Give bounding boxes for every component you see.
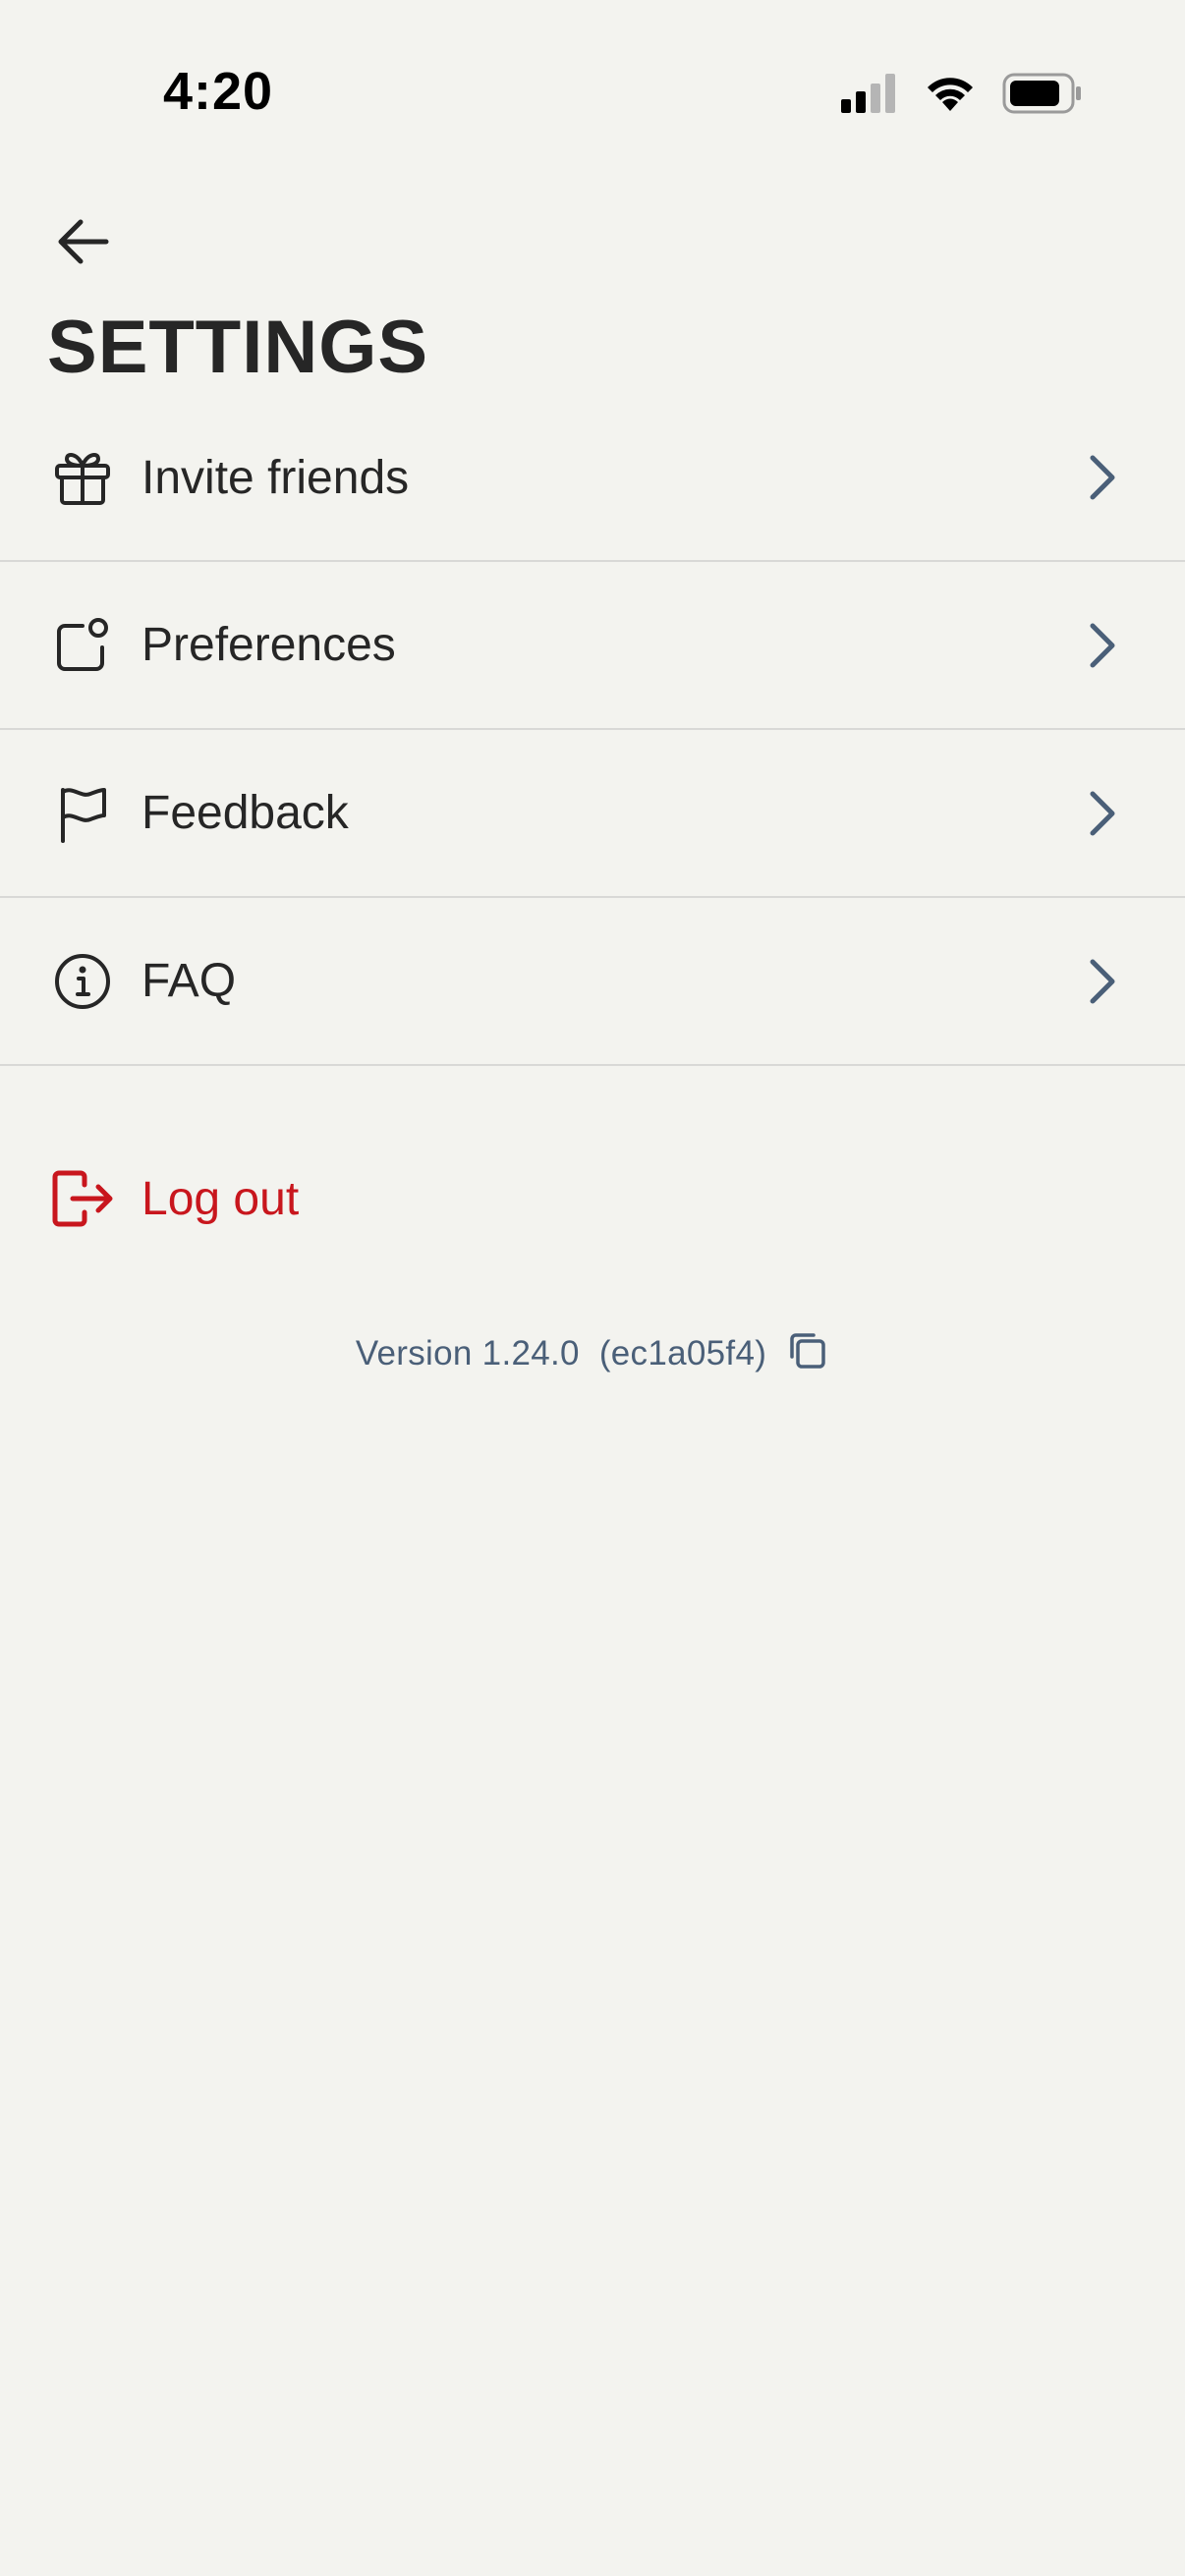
settings-screen: 4:20 SETTINGS Invite friends Preferences…	[0, 0, 1185, 2576]
flag-icon	[51, 782, 114, 845]
version-text: Version 1.24.0 (ec1a05f4)	[355, 1334, 767, 1372]
status-time: 4:20	[163, 62, 274, 121]
copy-icon	[786, 1329, 827, 1379]
chevron-right-icon	[1083, 784, 1122, 843]
list-item-feedback[interactable]: Feedback	[0, 730, 1185, 898]
signal-icon	[841, 73, 898, 118]
logout-icon	[51, 1167, 114, 1230]
wifi-icon	[924, 74, 977, 118]
preferences-icon	[51, 614, 114, 677]
page-title: SETTINGS	[47, 306, 429, 389]
logout-label: Log out	[141, 1172, 300, 1225]
list-item-invite-friends[interactable]: Invite friends	[0, 395, 1185, 562]
chevron-right-icon	[1083, 616, 1122, 675]
list-item-faq[interactable]: FAQ	[0, 898, 1185, 1066]
logout-button[interactable]: Log out	[0, 1149, 1185, 1248]
info-icon	[51, 950, 114, 1013]
list-item-preferences[interactable]: Preferences	[0, 562, 1185, 730]
version-info: Version 1.24.0 (ec1a05f4)	[0, 1324, 1185, 1383]
gift-icon	[51, 446, 114, 509]
list-item-label: FAQ	[141, 955, 237, 1007]
list-item-label: Preferences	[141, 619, 396, 671]
battery-icon	[1002, 73, 1083, 119]
arrow-left-icon	[55, 218, 110, 270]
settings-list: Invite friends Preferences Feedback FAQ	[0, 395, 1185, 1066]
copy-version-button[interactable]	[784, 1331, 829, 1376]
chevron-right-icon	[1083, 448, 1122, 507]
back-button[interactable]	[47, 208, 118, 279]
status-bar: 4:20	[0, 0, 1185, 177]
list-item-label: Invite friends	[141, 451, 410, 504]
status-icons	[841, 73, 1083, 118]
chevron-right-icon	[1083, 952, 1122, 1011]
list-item-label: Feedback	[141, 787, 349, 839]
